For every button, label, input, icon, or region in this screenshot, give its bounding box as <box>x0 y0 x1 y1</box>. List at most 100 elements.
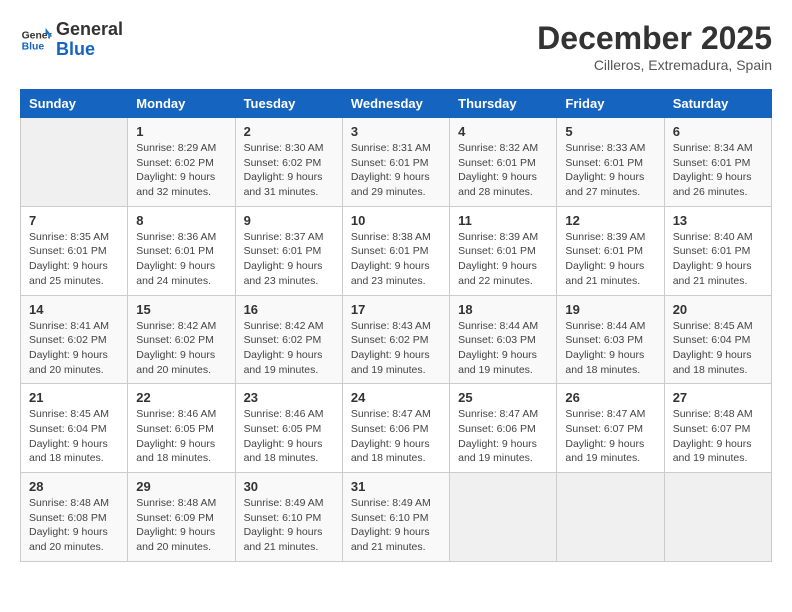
day-number: 6 <box>673 124 763 139</box>
calendar-cell: 7 Sunrise: 8:35 AMSunset: 6:01 PMDaylight… <box>21 206 128 295</box>
calendar-cell: 22 Sunrise: 8:46 AMSunset: 6:05 PMDayligh… <box>128 384 235 473</box>
day-number: 26 <box>565 390 655 405</box>
day-info: Sunrise: 8:49 AMSunset: 6:10 PMDaylight:… <box>244 496 334 555</box>
calendar-cell: 2 Sunrise: 8:30 AMSunset: 6:02 PMDaylight… <box>235 118 342 207</box>
day-info: Sunrise: 8:48 AMSunset: 6:09 PMDaylight:… <box>136 496 226 555</box>
day-number: 12 <box>565 213 655 228</box>
day-info: Sunrise: 8:37 AMSunset: 6:01 PMDaylight:… <box>244 230 334 289</box>
header-friday: Friday <box>557 90 664 118</box>
day-number: 14 <box>29 302 119 317</box>
day-number: 3 <box>351 124 441 139</box>
day-number: 4 <box>458 124 548 139</box>
day-number: 9 <box>244 213 334 228</box>
day-info: Sunrise: 8:47 AMSunset: 6:06 PMDaylight:… <box>351 407 441 466</box>
day-info: Sunrise: 8:36 AMSunset: 6:01 PMDaylight:… <box>136 230 226 289</box>
day-number: 10 <box>351 213 441 228</box>
logo-blue-text: Blue <box>56 40 123 60</box>
day-info: Sunrise: 8:42 AMSunset: 6:02 PMDaylight:… <box>244 319 334 378</box>
header-monday: Monday <box>128 90 235 118</box>
calendar-cell: 28 Sunrise: 8:48 AMSunset: 6:08 PMDayligh… <box>21 473 128 562</box>
calendar-cell: 17 Sunrise: 8:43 AMSunset: 6:02 PMDayligh… <box>342 295 449 384</box>
day-number: 31 <box>351 479 441 494</box>
day-number: 15 <box>136 302 226 317</box>
day-number: 20 <box>673 302 763 317</box>
calendar-cell: 23Sunrise: 8:46 AMSunset: 6:05 PMDayligh… <box>235 384 342 473</box>
calendar-cell: 19Sunrise: 8:44 AMSunset: 6:03 PMDayligh… <box>557 295 664 384</box>
week-row-4: 21Sunrise: 8:45 AMSunset: 6:04 PMDayligh… <box>21 384 772 473</box>
calendar-header-row: SundayMondayTuesdayWednesdayThursdayFrid… <box>21 90 772 118</box>
day-number: 8 <box>136 213 226 228</box>
day-number: 22 <box>136 390 226 405</box>
header-sunday: Sunday <box>21 90 128 118</box>
title-area: December 2025 Cilleros, Extremadura, Spa… <box>537 20 772 73</box>
calendar-cell <box>664 473 771 562</box>
day-number: 1 <box>136 124 226 139</box>
day-number: 18 <box>458 302 548 317</box>
logo-icon: General Blue <box>20 24 52 56</box>
day-number: 27 <box>673 390 763 405</box>
day-number: 2 <box>244 124 334 139</box>
day-info: Sunrise: 8:45 AMSunset: 6:04 PMDaylight:… <box>673 319 763 378</box>
calendar-cell: 12Sunrise: 8:39 AMSunset: 6:01 PMDayligh… <box>557 206 664 295</box>
calendar-cell: 9 Sunrise: 8:37 AMSunset: 6:01 PMDaylight… <box>235 206 342 295</box>
header-tuesday: Tuesday <box>235 90 342 118</box>
day-info: Sunrise: 8:29 AMSunset: 6:02 PMDaylight:… <box>136 141 226 200</box>
day-info: Sunrise: 8:49 AMSunset: 6:10 PMDaylight:… <box>351 496 441 555</box>
day-number: 17 <box>351 302 441 317</box>
calendar-cell: 21Sunrise: 8:45 AMSunset: 6:04 PMDayligh… <box>21 384 128 473</box>
calendar-cell: 4 Sunrise: 8:32 AMSunset: 6:01 PMDaylight… <box>450 118 557 207</box>
calendar-cell: 24 Sunrise: 8:47 AMSunset: 6:06 PMDayligh… <box>342 384 449 473</box>
calendar-table: SundayMondayTuesdayWednesdayThursdayFrid… <box>20 89 772 562</box>
calendar-cell: 29Sunrise: 8:48 AMSunset: 6:09 PMDayligh… <box>128 473 235 562</box>
header-wednesday: Wednesday <box>342 90 449 118</box>
day-number: 16 <box>244 302 334 317</box>
month-title: December 2025 <box>537 20 772 57</box>
day-info: Sunrise: 8:39 AMSunset: 6:01 PMDaylight:… <box>458 230 548 289</box>
calendar-cell: 11 Sunrise: 8:39 AMSunset: 6:01 PMDayligh… <box>450 206 557 295</box>
logo-general-text: General <box>56 20 123 40</box>
day-info: Sunrise: 8:38 AMSunset: 6:01 PMDaylight:… <box>351 230 441 289</box>
logo: General Blue General Blue <box>20 20 123 60</box>
week-row-1: 1 Sunrise: 8:29 AMSunset: 6:02 PMDaylight… <box>21 118 772 207</box>
calendar-cell <box>557 473 664 562</box>
calendar-cell: 26 Sunrise: 8:47 AMSunset: 6:07 PMDayligh… <box>557 384 664 473</box>
day-info: Sunrise: 8:32 AMSunset: 6:01 PMDaylight:… <box>458 141 548 200</box>
calendar-cell: 14Sunrise: 8:41 AMSunset: 6:02 PMDayligh… <box>21 295 128 384</box>
day-number: 11 <box>458 213 548 228</box>
day-info: Sunrise: 8:46 AMSunset: 6:05 PMDaylight:… <box>244 407 334 466</box>
day-info: Sunrise: 8:42 AMSunset: 6:02 PMDaylight:… <box>136 319 226 378</box>
day-number: 5 <box>565 124 655 139</box>
calendar-cell <box>21 118 128 207</box>
week-row-5: 28 Sunrise: 8:48 AMSunset: 6:08 PMDayligh… <box>21 473 772 562</box>
header-saturday: Saturday <box>664 90 771 118</box>
calendar-cell: 20 Sunrise: 8:45 AMSunset: 6:04 PMDayligh… <box>664 295 771 384</box>
day-info: Sunrise: 8:34 AMSunset: 6:01 PMDaylight:… <box>673 141 763 200</box>
day-info: Sunrise: 8:46 AMSunset: 6:05 PMDaylight:… <box>136 407 226 466</box>
day-number: 28 <box>29 479 119 494</box>
day-number: 25 <box>458 390 548 405</box>
day-info: Sunrise: 8:48 AMSunset: 6:08 PMDaylight:… <box>29 496 119 555</box>
calendar-cell: 6 Sunrise: 8:34 AMSunset: 6:01 PMDaylight… <box>664 118 771 207</box>
header: General Blue General Blue December 2025 … <box>20 20 772 73</box>
location-subtitle: Cilleros, Extremadura, Spain <box>537 57 772 73</box>
calendar-cell: 16 Sunrise: 8:42 AMSunset: 6:02 PMDayligh… <box>235 295 342 384</box>
day-info: Sunrise: 8:30 AMSunset: 6:02 PMDaylight:… <box>244 141 334 200</box>
day-info: Sunrise: 8:43 AMSunset: 6:02 PMDaylight:… <box>351 319 441 378</box>
day-info: Sunrise: 8:44 AMSunset: 6:03 PMDaylight:… <box>565 319 655 378</box>
day-info: Sunrise: 8:35 AMSunset: 6:01 PMDaylight:… <box>29 230 119 289</box>
svg-text:Blue: Blue <box>22 41 45 52</box>
day-number: 7 <box>29 213 119 228</box>
header-thursday: Thursday <box>450 90 557 118</box>
calendar-cell: 31 Sunrise: 8:49 AMSunset: 6:10 PMDayligh… <box>342 473 449 562</box>
calendar-cell: 10 Sunrise: 8:38 AMSunset: 6:01 PMDayligh… <box>342 206 449 295</box>
calendar-cell: 25Sunrise: 8:47 AMSunset: 6:06 PMDayligh… <box>450 384 557 473</box>
day-info: Sunrise: 8:33 AMSunset: 6:01 PMDaylight:… <box>565 141 655 200</box>
day-info: Sunrise: 8:47 AMSunset: 6:07 PMDaylight:… <box>565 407 655 466</box>
week-row-2: 7 Sunrise: 8:35 AMSunset: 6:01 PMDaylight… <box>21 206 772 295</box>
calendar-cell: 5 Sunrise: 8:33 AMSunset: 6:01 PMDaylight… <box>557 118 664 207</box>
day-info: Sunrise: 8:31 AMSunset: 6:01 PMDaylight:… <box>351 141 441 200</box>
calendar-cell: 8 Sunrise: 8:36 AMSunset: 6:01 PMDaylight… <box>128 206 235 295</box>
calendar-cell: 13Sunrise: 8:40 AMSunset: 6:01 PMDayligh… <box>664 206 771 295</box>
day-info: Sunrise: 8:40 AMSunset: 6:01 PMDaylight:… <box>673 230 763 289</box>
day-number: 24 <box>351 390 441 405</box>
